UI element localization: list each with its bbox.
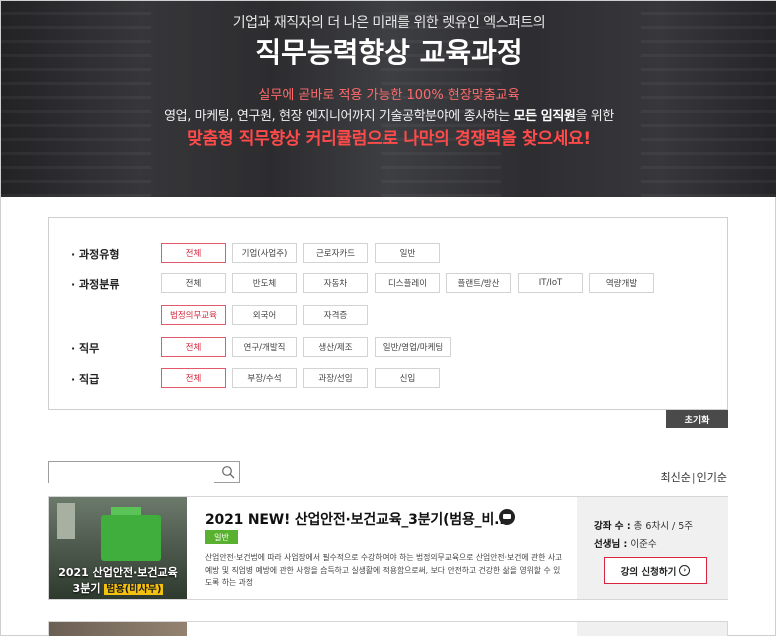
hero-line2: 영업, 마케팅, 연구원, 현장 엔지니어까지 기술공학분야에 종사하는 모든 … [164,109,614,124]
course-thumbnail[interactable] [49,622,187,636]
search-input[interactable] [49,464,214,485]
filter-label: · 과정분류 [71,278,120,291]
course-info-panel [577,622,727,636]
filter-option[interactable]: 전체 [161,368,226,388]
search-box [48,461,240,485]
filter-option[interactable]: 기업(사업주) [232,243,297,263]
filter-label: · 직무 [71,342,100,355]
filter-option[interactable]: 연구/개발직 [232,337,297,357]
filter-option[interactable]: 신입 [375,368,440,388]
teacher-name: 선생님 : 이준수 [594,539,657,550]
filter-option[interactable]: 전체 [161,243,226,263]
filter-panel: · 과정유형 전체 기업(사업주) 근로자카드 일반 · 과정분류 전체 반도체… [48,217,728,410]
lectures-count: 강좌 수 : 총 6차시 / 5주 [594,521,693,532]
sort-options: 최신순|인기순 [661,469,727,485]
course-description: 산업안전·보건법에 따라 사업장에서 필수적으로 수강하여야 하는 법정의무교육… [205,553,563,587]
filter-option[interactable]: 생산/제조 [303,337,368,357]
filter-option[interactable]: 일반/영업/마케팅 [375,337,451,357]
course-card-next [48,621,728,636]
filter-option[interactable]: 일반 [375,243,440,263]
apply-button[interactable]: 강의 신청하기 › [604,557,707,584]
filter-option[interactable]: 법정의무교육 [161,305,226,325]
filter-option[interactable]: 자동차 [303,273,368,293]
search-icon[interactable] [221,465,235,479]
filter-option[interactable]: 부장/수석 [232,368,297,388]
reset-button[interactable]: 초기화 [666,410,728,428]
filter-option[interactable]: 외국어 [232,305,297,325]
filter-option[interactable]: 반도체 [232,273,297,293]
hero-title: 직무능력향상 교육과정 [255,36,523,69]
hero-line3: 맞춤형 직무향상 커리큘럼으로 나만의 경쟁력을 찾으세요! [187,129,591,149]
filter-option[interactable]: 역량개발 [589,273,654,293]
filter-option[interactable]: 자격증 [303,305,368,325]
hero-banner: 기업과 재직자의 더 나은 미래를 위한 렛유인 엑스퍼트의 직무능력향상 교육… [1,1,776,197]
hero-subtitle: 기업과 재직자의 더 나은 미래를 위한 렛유인 엑스퍼트의 [232,15,546,31]
filter-option[interactable]: 디스플레이 [375,273,440,293]
filter-option[interactable]: 전체 [161,273,226,293]
machine-image [101,515,161,561]
sort-latest[interactable]: 최신순 [661,471,691,484]
course-tag: 일반 [205,530,238,544]
thumbnail-caption-2: 3분기 범용(비사무) [72,582,164,595]
course-title[interactable]: 2021 NEW! 산업안전·보건교육_3분기(범용_비... [205,509,510,529]
thumbnail-caption: 2021 산업안전·보건교육 [58,566,178,579]
filter-option[interactable]: 근로자카드 [303,243,368,263]
filter-option[interactable]: 과장/선임 [303,368,368,388]
filter-option[interactable]: IT/IoT [518,273,583,293]
filter-label: · 직급 [71,373,100,386]
arrow-right-icon: › [679,565,691,576]
filter-label: · 과정유형 [71,248,120,261]
filter-option[interactable]: 플랜트/방산 [446,273,511,293]
course-info-panel: 강좌 수 : 총 6차시 / 5주 선생님 : 이준수 강의 신청하기 › [577,497,728,599]
course-thumbnail[interactable]: 2021 산업안전·보건교육 3분기 범용(비사무) [49,497,187,599]
hero-line1: 실무에 곧바로 적용 가능한 100% 현장맞춤교육 [258,88,520,103]
sort-separator: | [691,471,696,484]
chat-icon[interactable] [499,509,515,525]
filter-option[interactable]: 전체 [161,337,226,357]
course-card: 2021 산업안전·보건교육 3분기 범용(비사무) 2021 NEW! 산업안… [48,496,728,600]
sort-popular[interactable]: 인기순 [697,471,727,484]
